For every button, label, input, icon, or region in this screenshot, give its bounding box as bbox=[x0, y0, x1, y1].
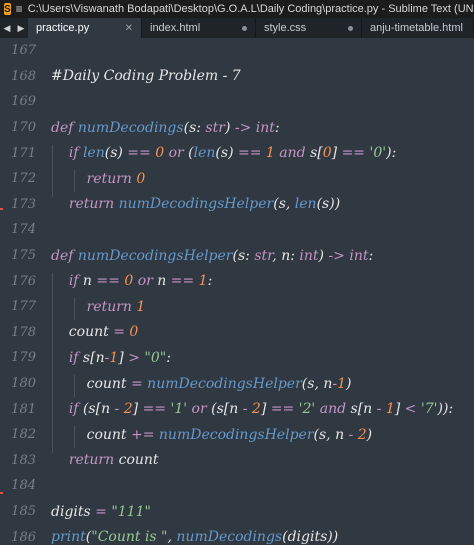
code-line[interactable]: 168 #Daily Coding Problem - 7 bbox=[0, 64, 474, 90]
tab-nav: ◀ ▶ bbox=[0, 18, 28, 38]
line-number: 171 bbox=[11, 145, 36, 161]
code-line[interactable]: 183 return count bbox=[0, 448, 474, 474]
line-number: 180 bbox=[11, 376, 36, 392]
line-number: 174 bbox=[11, 222, 36, 238]
code-line[interactable]: 167 bbox=[0, 38, 474, 64]
line-number: 178 bbox=[11, 324, 36, 340]
code-text[interactable]: if n == 0 or n == 1: bbox=[51, 273, 213, 289]
code-line[interactable]: 180 count = numDecodingsHelper(s, n-1) bbox=[0, 371, 474, 397]
code-text[interactable]: if s[n-1] > "0": bbox=[51, 350, 171, 366]
code-line[interactable]: 181 if (s[n - 2] == '1' or (s[n - 2] == … bbox=[0, 396, 474, 422]
code-line[interactable]: 174 bbox=[0, 217, 474, 243]
line-number: 182 bbox=[11, 427, 36, 443]
line-number: 186 bbox=[11, 529, 36, 545]
code-line[interactable]: 177 return 1 bbox=[0, 294, 474, 320]
tab-practice-py[interactable]: practice.py ✕ bbox=[28, 18, 142, 38]
unsaved-dot-icon bbox=[242, 25, 247, 31]
code-line[interactable]: 185 digits = "111" bbox=[0, 499, 474, 525]
code-text[interactable]: if len(s) == 0 or (len(s) == 1 and s[0] … bbox=[51, 145, 396, 161]
code-text[interactable]: print("Count is ", numDecodings(digits)) bbox=[51, 529, 338, 545]
code-text[interactable]: if (s[n - 2] == '1' or (s[n - 2] == '2' … bbox=[51, 401, 453, 417]
line-number: 173 bbox=[11, 196, 36, 212]
code-line[interactable]: 171 if len(s) == 0 or (len(s) == 1 and s… bbox=[0, 140, 474, 166]
tab-label: practice.py bbox=[36, 22, 90, 34]
tab-index-html[interactable]: index.html bbox=[142, 18, 256, 38]
code-line[interactable]: 170 def numDecodings(s: str) -> int: bbox=[0, 115, 474, 141]
line-number: 185 bbox=[11, 504, 36, 520]
tab-label: anju-timetable.html bbox=[370, 22, 463, 34]
line-number: 172 bbox=[11, 171, 36, 187]
window-title: C:\Users\Viswanath Bodapati\Desktop\G.O.… bbox=[27, 3, 474, 15]
code-text[interactable]: def numDecodings(s: str) -> int: bbox=[51, 120, 280, 136]
unsaved-dot-icon bbox=[348, 25, 353, 31]
tab-anju-timetable-html[interactable]: anju-timetable.html bbox=[362, 18, 474, 38]
code-line[interactable]: 175 def numDecodingsHelper(s: str, n: int… bbox=[0, 243, 474, 269]
code-line[interactable]: 169 bbox=[0, 89, 474, 115]
code-line[interactable]: 186 print("Count is ", numDecodings(digit… bbox=[0, 524, 474, 545]
close-icon[interactable]: ✕ bbox=[125, 23, 133, 34]
line-number: 179 bbox=[11, 350, 36, 366]
line-number: 183 bbox=[11, 452, 36, 468]
tab-label: style.css bbox=[264, 22, 307, 34]
code-line[interactable]: 176 if n == 0 or n == 1: bbox=[0, 268, 474, 294]
code-text[interactable]: count = numDecodingsHelper(s, n-1) bbox=[51, 376, 352, 392]
line-number: 184 bbox=[11, 478, 36, 494]
code-text[interactable]: return 1 bbox=[51, 299, 146, 315]
line-number: 170 bbox=[11, 120, 36, 136]
code-text[interactable]: return 0 bbox=[51, 171, 146, 187]
code-line[interactable]: 182 count += numDecodingsHelper(s, n - 2… bbox=[0, 422, 474, 448]
code-line[interactable]: 173 return numDecodingsHelper(s, len(s)) bbox=[0, 192, 474, 218]
code-text[interactable]: return numDecodingsHelper(s, len(s)) bbox=[51, 196, 340, 212]
code-line[interactable]: 178 count = 0 bbox=[0, 320, 474, 346]
tab-right-arrow-icon[interactable]: ▶ bbox=[18, 23, 25, 34]
menu-icon[interactable]: ≡ bbox=[16, 2, 23, 16]
tab-style-css[interactable]: style.css bbox=[256, 18, 362, 38]
line-number: 176 bbox=[11, 273, 36, 289]
sublime-logo-icon: S bbox=[4, 3, 11, 15]
code-text[interactable]: def numDecodingsHelper(s: str, n: int) -… bbox=[51, 248, 373, 264]
code-text[interactable]: return count bbox=[51, 452, 159, 468]
line-number: 167 bbox=[11, 43, 36, 59]
code-text[interactable]: digits = "111" bbox=[51, 504, 151, 520]
line-number: 181 bbox=[11, 401, 36, 417]
code-text[interactable]: count += numDecodingsHelper(s, n - 2) bbox=[51, 427, 373, 443]
line-number: 168 bbox=[11, 68, 36, 84]
code-text[interactable]: #Daily Coding Problem - 7 bbox=[51, 68, 241, 84]
tab-label: index.html bbox=[150, 22, 201, 34]
code-line[interactable]: 172 return 0 bbox=[0, 166, 474, 192]
code-text[interactable]: count = 0 bbox=[51, 324, 139, 340]
code-line[interactable]: 179 if s[n-1] > "0": bbox=[0, 345, 474, 371]
line-number: 175 bbox=[11, 248, 36, 264]
tab-bar: ◀ ▶ practice.py ✕ index.html style.css a… bbox=[0, 18, 474, 38]
title-bar: S ≡ C:\Users\Viswanath Bodapati\Desktop\… bbox=[0, 0, 474, 18]
code-line[interactable]: 184 bbox=[0, 473, 474, 499]
code-editor[interactable]: 167 168 #Daily Coding Problem - 7 169 170 def… bbox=[0, 38, 474, 545]
tab-left-arrow-icon[interactable]: ◀ bbox=[4, 23, 11, 34]
line-number: 177 bbox=[11, 299, 36, 315]
line-number: 169 bbox=[11, 94, 36, 110]
